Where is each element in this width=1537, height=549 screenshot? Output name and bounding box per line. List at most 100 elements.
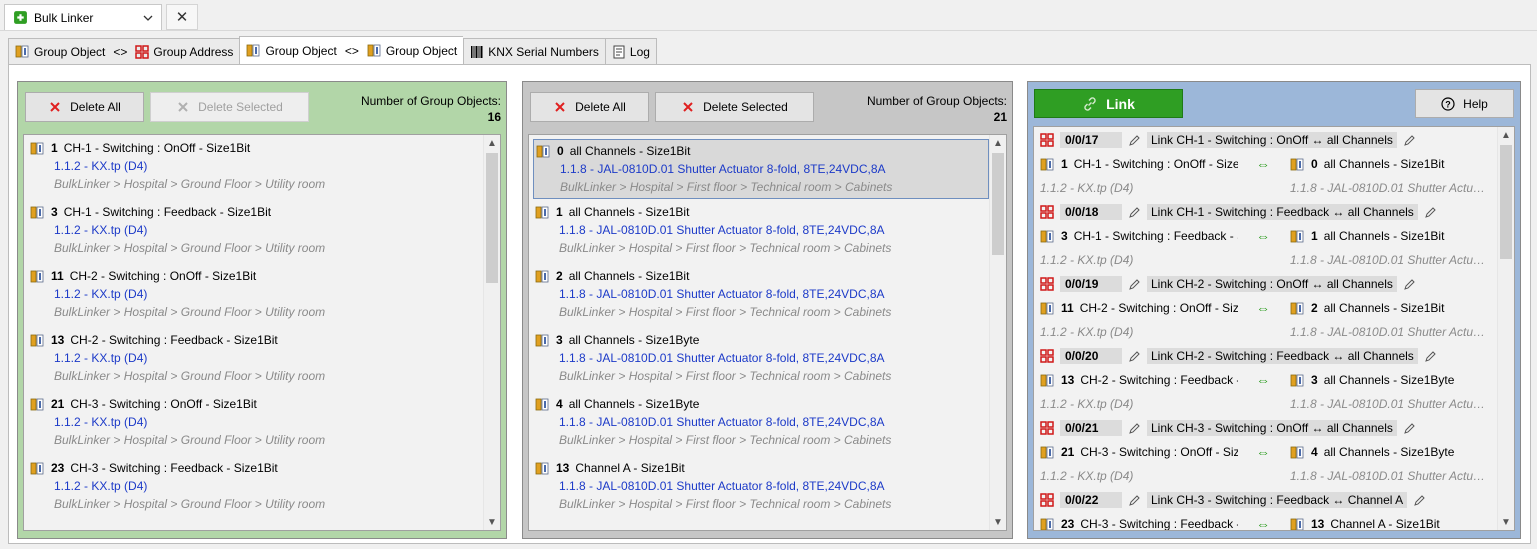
group-object-icon bbox=[1290, 229, 1305, 244]
delete-selected-button[interactable]: Delete Selected bbox=[655, 92, 814, 122]
group-address-icon bbox=[1040, 133, 1054, 147]
group-object-list[interactable]: 1 CH-1 - Switching : OnOff - Size1Bit 1.1… bbox=[23, 134, 501, 531]
group-object-icon bbox=[30, 205, 45, 220]
edit-icon[interactable] bbox=[1128, 278, 1141, 291]
list-item[interactable]: 23 CH-3 - Switching : Feedback - Size1Bit… bbox=[24, 455, 483, 519]
list-item[interactable]: 1 CH-1 - Switching : OnOff - Size1Bit 1.1… bbox=[24, 135, 483, 199]
delete-all-button[interactable]: Delete All bbox=[25, 92, 144, 122]
list-item-selected[interactable]: 0 all Channels - Size1Bit 1.1.8 - JAL-081… bbox=[533, 139, 989, 199]
group-object-icon bbox=[1290, 301, 1305, 316]
link-header[interactable]: 0/0/19 Link CH-2 - Switching : OnOff ↔ a… bbox=[1034, 272, 1497, 296]
group-address-icon bbox=[1040, 493, 1054, 507]
scrollbar[interactable]: ▲ ▼ bbox=[483, 135, 500, 530]
scroll-thumb[interactable] bbox=[486, 153, 498, 283]
tab-group-object-group-address[interactable]: Group Object <> Group Address bbox=[8, 38, 240, 65]
delete-icon bbox=[553, 100, 567, 114]
scroll-down-icon[interactable]: ▼ bbox=[990, 514, 1006, 530]
tab-log[interactable]: Log bbox=[604, 38, 657, 65]
scroll-down-icon[interactable]: ▼ bbox=[1498, 514, 1514, 530]
list-item[interactable]: 1 all Channels - Size1Bit 1.1.8 - JAL-081… bbox=[529, 199, 989, 263]
link-header[interactable]: 0/0/21 Link CH-3 - Switching : OnOff ↔ a… bbox=[1034, 416, 1497, 440]
scroll-thumb[interactable] bbox=[992, 153, 1004, 255]
group-address: 0/0/19 bbox=[1060, 276, 1122, 292]
bidirectional-arrow-icon: ⇔ bbox=[1256, 300, 1270, 316]
link-button[interactable]: Link bbox=[1034, 89, 1183, 118]
list-item[interactable]: 2 all Channels - Size1Bit 1.1.8 - JAL-081… bbox=[529, 263, 989, 327]
edit-icon[interactable] bbox=[1424, 350, 1437, 363]
link-name: Link CH-2 - Switching : OnOff ↔ all Chan… bbox=[1147, 276, 1397, 292]
group-object-icon bbox=[1040, 157, 1055, 172]
group-address: 0/0/20 bbox=[1060, 348, 1122, 364]
list-item[interactable]: 11 CH-2 - Switching : OnOff - Size1Bit 1.… bbox=[24, 263, 483, 327]
link-devices: 1.1.2 - KX.tp (D4) 1.1.8 - JAL-0810D.01 … bbox=[1040, 469, 1490, 483]
tab-knx-serial-numbers[interactable]: KNX Serial Numbers bbox=[463, 38, 605, 65]
list-item[interactable]: 13 Channel A - Size1Bit 1.1.8 - JAL-0810D… bbox=[529, 455, 989, 519]
link-objects: 21 CH-3 - Switching : OnOff - Siz ⇔ 4 all … bbox=[1034, 440, 1497, 464]
edit-icon[interactable] bbox=[1128, 134, 1141, 147]
list-item[interactable]: 21 CH-3 - Switching : OnOff - Size1Bit 1.… bbox=[24, 391, 483, 455]
scroll-up-icon[interactable]: ▲ bbox=[990, 135, 1006, 151]
group-object-icon bbox=[30, 269, 45, 284]
group-object-count: Number of Group Objects: 21 bbox=[866, 94, 1007, 124]
group-object-icon bbox=[246, 43, 261, 58]
scrollbar[interactable]: ▲ ▼ bbox=[989, 135, 1006, 530]
edit-icon[interactable] bbox=[1128, 422, 1141, 435]
link-devices: 1.1.2 - KX.tp (D4) 1.1.8 - JAL-0810D.01 … bbox=[1040, 325, 1490, 339]
links-list[interactable]: 0/0/17 Link CH-1 - Switching : OnOff ↔ a… bbox=[1033, 126, 1515, 531]
group-object-icon bbox=[15, 44, 30, 59]
scroll-up-icon[interactable]: ▲ bbox=[484, 135, 500, 151]
edit-icon[interactable] bbox=[1128, 206, 1141, 219]
close-icon: ✕ bbox=[175, 9, 189, 26]
help-icon: ? bbox=[1441, 96, 1455, 111]
group-object-icon bbox=[1040, 373, 1055, 388]
bidirectional-arrow-icon: ⇔ bbox=[1256, 228, 1270, 244]
edit-icon[interactable] bbox=[1128, 494, 1141, 507]
group-address-icon bbox=[1040, 205, 1054, 219]
list-item[interactable]: 4 all Channels - Size1Byte 1.1.8 - JAL-08… bbox=[529, 391, 989, 455]
group-address: 0/0/17 bbox=[1060, 132, 1122, 148]
group-object-icon bbox=[1290, 157, 1305, 172]
edit-icon[interactable] bbox=[1413, 494, 1426, 507]
link-header[interactable]: 0/0/17 Link CH-1 - Switching : OnOff ↔ a… bbox=[1034, 128, 1497, 152]
document-tab[interactable]: Bulk Linker bbox=[4, 4, 162, 30]
list-item[interactable]: 3 CH-1 - Switching : Feedback - Size1Bit … bbox=[24, 199, 483, 263]
group-object-icon bbox=[1290, 517, 1305, 531]
link-objects: 3 CH-1 - Switching : Feedback - S ⇔ 1 all … bbox=[1034, 224, 1497, 248]
divider bbox=[0, 30, 1537, 31]
group-object-icon bbox=[1040, 517, 1055, 531]
bidirectional-arrow-icon: ⇔ bbox=[1256, 516, 1270, 530]
scrollbar[interactable]: ▲ ▼ bbox=[1497, 127, 1514, 530]
edit-icon[interactable] bbox=[1403, 134, 1416, 147]
links-panel: Link ? Help 0/0/17 Link CH-1 - Switching… bbox=[1027, 81, 1521, 539]
link-header[interactable]: 0/0/18 Link CH-1 - Switching : Feedback … bbox=[1034, 200, 1497, 224]
chevron-down-icon[interactable] bbox=[143, 11, 161, 25]
close-document-button[interactable]: ✕ bbox=[166, 4, 198, 30]
group-object-icon bbox=[1290, 445, 1305, 460]
link-objects: 11 CH-2 - Switching : OnOff - Siz ⇔ 2 all … bbox=[1034, 296, 1497, 320]
delete-selected-button[interactable]: Delete Selected bbox=[150, 92, 309, 122]
group-object-icon bbox=[1040, 301, 1055, 316]
list-item[interactable]: 3 all Channels - Size1Byte 1.1.8 - JAL-08… bbox=[529, 327, 989, 391]
group-object-icon bbox=[535, 461, 550, 476]
help-button[interactable]: ? Help bbox=[1415, 89, 1514, 118]
group-object-icon bbox=[535, 269, 550, 284]
edit-icon[interactable] bbox=[1403, 422, 1416, 435]
link-devices: 1.1.2 - KX.tp (D4) 1.1.8 - JAL-0810D.01 … bbox=[1040, 181, 1490, 195]
delete-all-button[interactable]: Delete All bbox=[530, 92, 649, 122]
link-objects: 1 CH-1 - Switching : OnOff - Size ⇔ 0 all … bbox=[1034, 152, 1497, 176]
edit-icon[interactable] bbox=[1403, 278, 1416, 291]
tab-group-object-group-object[interactable]: Group Object <> Group Object bbox=[239, 36, 464, 65]
scroll-thumb[interactable] bbox=[1500, 145, 1512, 259]
scroll-down-icon[interactable]: ▼ bbox=[484, 514, 500, 530]
edit-icon[interactable] bbox=[1128, 350, 1141, 363]
group-object-icon bbox=[535, 205, 550, 220]
link-header[interactable]: 0/0/22 Link CH-3 - Switching : Feedback … bbox=[1034, 488, 1497, 512]
list-item[interactable]: 13 CH-2 - Switching : Feedback - Size1Bit… bbox=[24, 327, 483, 391]
scroll-up-icon[interactable]: ▲ bbox=[1498, 127, 1514, 143]
group-address: 0/0/21 bbox=[1060, 420, 1122, 436]
link-name: Link CH-3 - Switching : OnOff ↔ all Chan… bbox=[1147, 420, 1397, 436]
group-object-list[interactable]: 0 all Channels - Size1Bit 1.1.8 - JAL-081… bbox=[528, 134, 1007, 531]
group-address: 0/0/18 bbox=[1060, 204, 1122, 220]
edit-icon[interactable] bbox=[1424, 206, 1437, 219]
link-header[interactable]: 0/0/20 Link CH-2 - Switching : Feedback … bbox=[1034, 344, 1497, 368]
